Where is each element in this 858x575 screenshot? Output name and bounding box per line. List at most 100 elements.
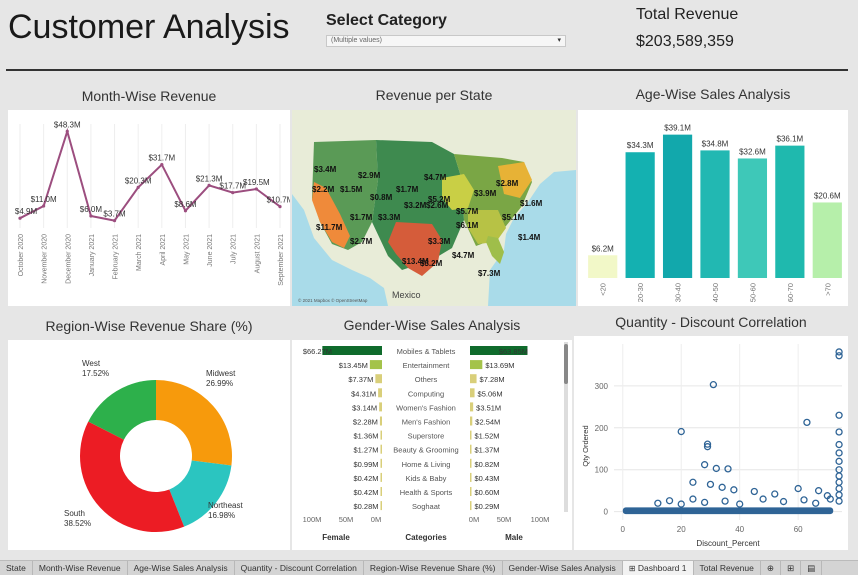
state-map[interactable]: $3.4M$2.9M $4.7M$2.2M $1.5M $1.7M$0.8M$2.6M… — [292, 110, 576, 306]
gender-sales-chart[interactable]: Mobiles & Tablets $66.27M $63.85M Entertain… — [292, 340, 572, 550]
female-value-label: $0.42M — [353, 488, 378, 497]
category-label: Beauty & Grooming — [393, 446, 458, 455]
state-map-panel: Revenue per State $3.4M $2.9M $4.7M $2.2M $1… — [292, 80, 576, 306]
category-label: Men's Fashion — [402, 418, 451, 427]
male-value-label: $1.52M — [475, 432, 500, 441]
scatter-point — [835, 457, 843, 465]
female-bar — [378, 388, 382, 398]
female-axis-tick: 100M — [303, 515, 322, 524]
category-label: Kids & Baby — [406, 474, 447, 483]
x-tick-label: September 2021 — [278, 234, 285, 286]
data-label: $6.0M — [80, 205, 103, 214]
category-label: Computing — [408, 389, 444, 398]
female-axis-tick: 50M — [339, 515, 354, 524]
male-value-label: $0.82M — [475, 460, 500, 469]
tab-state[interactable]: State — [0, 561, 33, 575]
scatter-point — [718, 483, 726, 491]
new-story-icon[interactable]: ▤ — [801, 561, 823, 575]
data-label: $3.7M — [103, 210, 126, 219]
month-revenue-chart[interactable]: $4.9M $11.0M $48.3M $6.0M$3.7M $20.3M $31.7M $… — [8, 110, 290, 306]
month-revenue-title: Month-Wise Revenue — [81, 88, 217, 104]
x-tick-label: November 2020 — [42, 234, 49, 284]
age-bar — [812, 202, 842, 278]
tab-quantity-discount[interactable]: Quantity - Discount Correlation — [235, 561, 364, 575]
male-bar — [470, 374, 477, 384]
x-tick-label: 0 — [621, 525, 626, 534]
male-value-label: $0.60M — [475, 488, 500, 497]
x-tick-label: May 2021 — [183, 234, 190, 265]
state-value-label: $1.7M — [396, 185, 419, 194]
tab-total-revenue[interactable]: Total Revenue — [694, 561, 761, 575]
scatter-point — [835, 440, 843, 449]
category-filter-dropdown[interactable]: (Multiple values) ▾ — [326, 35, 566, 47]
x-tick-label: June 2021 — [207, 234, 214, 267]
female-value-label: $2.28M — [353, 418, 378, 427]
scatter-point — [771, 490, 779, 498]
data-point — [136, 185, 140, 189]
tab-dashboard-1[interactable]: ⊞ Dashboard 1 — [622, 561, 694, 575]
region-share-chart[interactable]: West17.52% Midwest26.99% Northeast16.98% So… — [8, 340, 290, 550]
scatter-point — [835, 478, 843, 486]
y-axis-title: Qty Ordered — [581, 425, 590, 466]
age-bar-label: $34.8M — [702, 139, 729, 148]
age-sales-chart[interactable]: $6.2M <20 $34.3M 20-30 $39.1M 30-40 $34.8M 40-5… — [578, 110, 848, 306]
state-value-label: $7.3M — [478, 269, 501, 278]
male-value-label: $63.85M — [499, 347, 528, 356]
tab-month-wise-revenue[interactable]: Month-Wise Revenue — [33, 561, 128, 575]
tab-gender-wise-sales[interactable]: Gender-Wise Sales Analysis — [503, 561, 623, 575]
state-value-label: $3.3M — [428, 237, 451, 246]
scatter-point — [689, 495, 697, 503]
age-bar-label: $36.1M — [777, 135, 804, 144]
category-label: Home & Living — [402, 460, 451, 469]
data-point — [160, 163, 164, 167]
data-point — [254, 187, 258, 191]
new-dashboard-icon[interactable]: ⊞ — [781, 561, 802, 575]
state-value-label: $4.7M — [424, 173, 447, 182]
scatter-point — [835, 491, 843, 499]
male-bar — [470, 444, 472, 454]
tab-age-wise-sales[interactable]: Age-Wise Sales Analysis — [128, 561, 235, 575]
male-value-label: $0.43M — [475, 474, 500, 483]
region-slice — [156, 380, 232, 466]
x-tick-label: March 2021 — [136, 234, 143, 271]
x-tick-label: July 2021 — [231, 234, 238, 264]
x-tick-label: 40 — [735, 525, 744, 534]
male-axis-tick: 0M — [469, 515, 479, 524]
region-name-label: South — [64, 509, 85, 518]
male-value-label: $5.06M — [478, 389, 503, 398]
state-value-label: $2.9M — [358, 171, 381, 180]
qty-discount-chart[interactable]: 0 100 200 300 0 20 40 60 Discount_Percent Qty Ord… — [574, 336, 848, 550]
age-tick-label: 40-50 — [711, 283, 720, 302]
female-bar — [380, 458, 382, 468]
age-bar — [588, 255, 618, 278]
state-value-label: $5.2M — [428, 195, 451, 204]
category-label: Others — [415, 375, 438, 384]
category-label: Entertainment — [403, 361, 451, 370]
new-sheet-icon[interactable]: ⊕ — [761, 561, 781, 575]
map-attribution: © 2021 Mapbox © OpenStreetMap — [298, 297, 368, 303]
scatter-point — [835, 449, 843, 457]
male-axis-tick: 50M — [497, 515, 512, 524]
x-tick-label: January 2021 — [89, 234, 96, 277]
age-tick-label: 30-40 — [674, 283, 683, 302]
data-point — [278, 205, 282, 209]
female-bar — [380, 501, 382, 511]
x-tick-label: August 2021 — [254, 234, 261, 273]
female-bar — [380, 487, 382, 496]
region-name-label: Northeast — [208, 501, 243, 510]
state-value-label: $5.7M — [456, 207, 479, 216]
scatter-point — [721, 497, 729, 505]
tab-region-share[interactable]: Region-Wise Revenue Share (%) — [364, 561, 503, 575]
category-label: Mobiles & Tablets — [397, 347, 456, 356]
scatter-point — [730, 486, 738, 494]
scrollbar-thumb[interactable] — [564, 344, 568, 384]
age-bar-label: $20.6M — [814, 191, 841, 200]
female-axis-title: Female — [322, 533, 350, 542]
total-revenue-label: Total Revenue — [636, 6, 739, 23]
male-bar — [470, 501, 472, 511]
data-label: $19.5M — [243, 178, 270, 187]
y-tick-label: 100 — [595, 466, 609, 475]
region-slice — [80, 421, 185, 532]
male-axis-title: Male — [505, 533, 523, 542]
category-label: Women's Fashion — [396, 403, 456, 412]
